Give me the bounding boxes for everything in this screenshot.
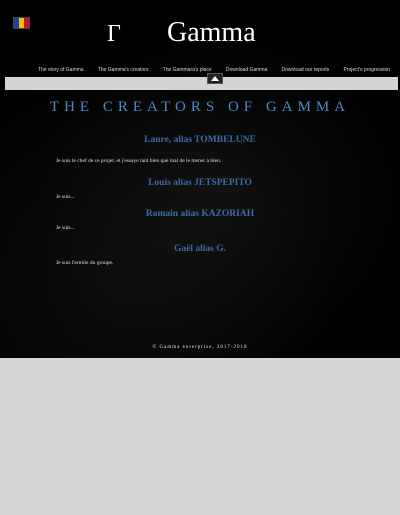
nav-place[interactable]: The Gammara's place (163, 67, 212, 73)
nav-download-gamma[interactable]: Download Gamma (226, 67, 267, 73)
member-bio: Je suis le chef de ce projet. et j'essay… (56, 158, 222, 164)
nav-story[interactable]: The story of Gamma (38, 67, 84, 73)
footer-copyright: © Gamma enterprise, 2017-2018 (152, 345, 248, 350)
nav-creators[interactable]: The Gamma's creators (98, 67, 149, 73)
flag-stripe-red (24, 18, 29, 28)
member-name: Louis alias JETSPEPITO (148, 178, 252, 188)
gamma-logo-icon[interactable]: Γ (107, 22, 121, 46)
member-bio: Je suis... (56, 225, 75, 231)
caret-up-icon (211, 76, 219, 81)
submenu-toggle-button[interactable] (207, 73, 223, 84)
language-flag-icon[interactable] (13, 17, 30, 29)
nav-download-reports[interactable]: Download our reports (281, 67, 329, 73)
site-container: Γ Gamma The story of Gamma The Gamma's c… (0, 0, 400, 358)
sub-menu-bar (5, 77, 398, 90)
nav-progression[interactable]: Project's progression (343, 67, 390, 73)
member-bio: Je suis l'ermite du groupe. (56, 260, 114, 266)
site-title[interactable]: Gamma (167, 16, 256, 50)
member-name: Laure, alias TOMBELUNE (144, 135, 256, 145)
member-name: Romain alias KAZORIAH (145, 209, 255, 219)
member-name: Gaël alias G. (174, 244, 226, 254)
main-nav: The story of Gamma The Gamma's creators … (0, 64, 400, 76)
page-title: THE CREATORS OF GAMMA (49, 99, 351, 115)
member-bio: Je suis... (56, 194, 75, 200)
